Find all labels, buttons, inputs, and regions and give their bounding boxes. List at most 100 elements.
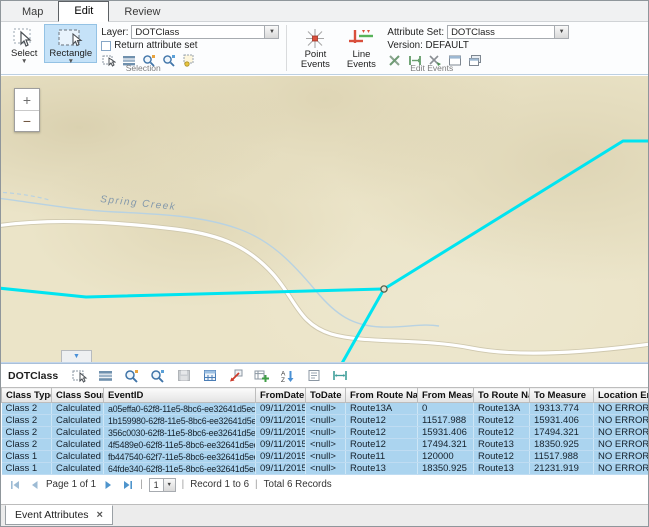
close-icon[interactable]: × [97,510,103,520]
pager-separator: | [255,479,258,490]
remove-selected-icon[interactable] [226,367,245,384]
panel-toolbar: DOTClass AZ [1,364,648,387]
tab-review[interactable]: Review [109,3,175,22]
table-cell: Route13 [474,439,530,451]
table-row[interactable]: Class 2Calculated356c0030-62f8-11e5-8bc6… [2,427,649,439]
calculate-icon[interactable] [200,367,219,384]
table-cell: 11517.988 [530,451,594,463]
column-header[interactable]: From Measure [418,388,474,403]
selection-options-stack: Layer: DOTClass ▼ Return attribute set [98,23,281,64]
select-records-icon[interactable] [70,367,89,384]
table-cell: Route13 [474,463,530,475]
route-line-branch [341,289,384,362]
table-row[interactable]: Class 2Calculateda05effa0-62f8-11e5-8bc6… [2,403,649,415]
attribute-set-dropdown[interactable]: DOTClass ▼ [447,25,569,39]
selection-group-label: Selection [1,63,285,73]
route-junction-marker [381,286,387,292]
tab-edit[interactable]: Edit [58,1,109,22]
last-page-button[interactable] [121,479,134,491]
selection-list-icon[interactable] [96,367,115,384]
table-cell: <null> [306,403,346,415]
rectangle-tool-button[interactable]: Rectangle ▼ [44,24,97,63]
table-cell: Route13A [474,403,530,415]
table-cell: Calculated [52,451,104,463]
column-header[interactable]: To Measure [530,388,594,403]
edit-events-group: Point Events Line Events Attribute Set: … [288,22,575,74]
table-cell: <null> [306,415,346,427]
column-header[interactable]: ToDate [306,388,346,403]
table-cell: 1b159980-62f8-11e5-8bc6-ee32641d5ec9 [104,415,256,427]
tab-map[interactable]: Map [7,3,58,22]
table-cell: NO ERROR [594,415,649,427]
pan-to-selected-icon[interactable] [148,367,167,384]
table-cell: 15931.406 [530,415,594,427]
table-cell: Route13 [346,463,418,475]
chevron-down-icon[interactable]: ▼ [264,26,278,38]
next-page-button[interactable] [102,479,115,491]
creek-line-upper [1,192,49,200]
sort-icon[interactable]: AZ [278,367,297,384]
table-cell: <null> [306,427,346,439]
chevron-down-icon[interactable]: ▼ [163,479,175,491]
zoom-to-selected-icon[interactable] [122,367,141,384]
table-cell: Route12 [474,451,530,463]
panel-title: DOTClass [8,370,58,382]
table-row[interactable]: Class 1Calculatedfb447540-62f7-11e5-8bc6… [2,451,649,463]
zoom-in-button[interactable]: + [15,89,39,110]
measure-icon[interactable] [330,367,349,384]
table-cell: NO ERROR [594,439,649,451]
map-features [1,76,648,362]
column-header[interactable]: FromDate [256,388,306,403]
line-events-button[interactable]: Line Events [339,24,383,63]
table-cell: 09/11/2015 [256,439,306,451]
table-cell: Calculated [52,403,104,415]
prev-page-button[interactable] [27,479,40,491]
point-events-button[interactable]: Point Events [293,24,337,63]
table-cell: Route12 [346,439,418,451]
select-tool-button[interactable]: Select ▼ [6,24,42,63]
table-cell: Class 1 [2,463,52,475]
panel-collapse-button[interactable]: ▼ [61,350,92,362]
table-cell: 17494.321 [530,427,594,439]
selection-group: Select ▼ Rectangle ▼ Layer: DOTClass ▼ [1,22,285,74]
table-cell: Route12 [474,427,530,439]
table-cell: Class 2 [2,439,52,451]
add-record-icon[interactable] [252,367,271,384]
table-cell: <null> [306,463,346,475]
page-number-dropdown[interactable]: 1 ▼ [149,478,176,492]
table-row[interactable]: Class 2Calculated1b159980-62f8-11e5-8bc6… [2,415,649,427]
table-cell: 0 [418,403,474,415]
table-cell: 4f5489e0-62f8-11e5-8bc6-ee32641d5ec9 [104,439,256,451]
zoom-out-button[interactable]: − [15,110,39,131]
table-cell: Class 2 [2,415,52,427]
column-header[interactable]: EventID [104,388,256,403]
column-header[interactable]: From Route Name [346,388,418,403]
column-header[interactable]: Location Error [594,388,649,403]
table-cell: Calculated [52,427,104,439]
return-attribute-set-label: Return attribute set [114,40,197,51]
layer-dropdown[interactable]: DOTClass ▼ [131,25,279,39]
svg-text:Z: Z [281,377,285,383]
return-attribute-set-checkbox[interactable] [101,41,111,51]
table-cell: Route11 [346,451,418,463]
table-cell: NO ERROR [594,427,649,439]
table-row[interactable]: Class 1Calculated64fde340-62f8-11e5-8bc6… [2,463,649,475]
edit-events-group-label: Edit Events [288,63,575,73]
table-cell: 19313.774 [530,403,594,415]
layer-value: DOTClass [132,27,264,38]
table-cell: Calculated [52,415,104,427]
first-page-button[interactable] [8,479,21,491]
save-icon[interactable] [174,367,193,384]
column-header[interactable]: Class Type [2,388,52,403]
table-cell: 356c0030-62f8-11e5-8bc6-ee32641d5ec9 [104,427,256,439]
table-cell: Route12 [346,415,418,427]
tab-event-attributes[interactable]: Event Attributes × [5,505,113,525]
table-row[interactable]: Class 2Calculated4f5489e0-62f8-11e5-8bc6… [2,439,649,451]
attribute-form-icon[interactable] [304,367,323,384]
table-cell: 64fde340-62f8-11e5-8bc6-ee32641d5ec9 [104,463,256,475]
table-cell: 09/11/2015 [256,463,306,475]
column-header[interactable]: Class Source [52,388,104,403]
column-header[interactable]: To Route Name [474,388,530,403]
chevron-down-icon[interactable]: ▼ [554,26,568,38]
map-canvas[interactable]: Spring Creek + − ▼ [1,76,648,362]
